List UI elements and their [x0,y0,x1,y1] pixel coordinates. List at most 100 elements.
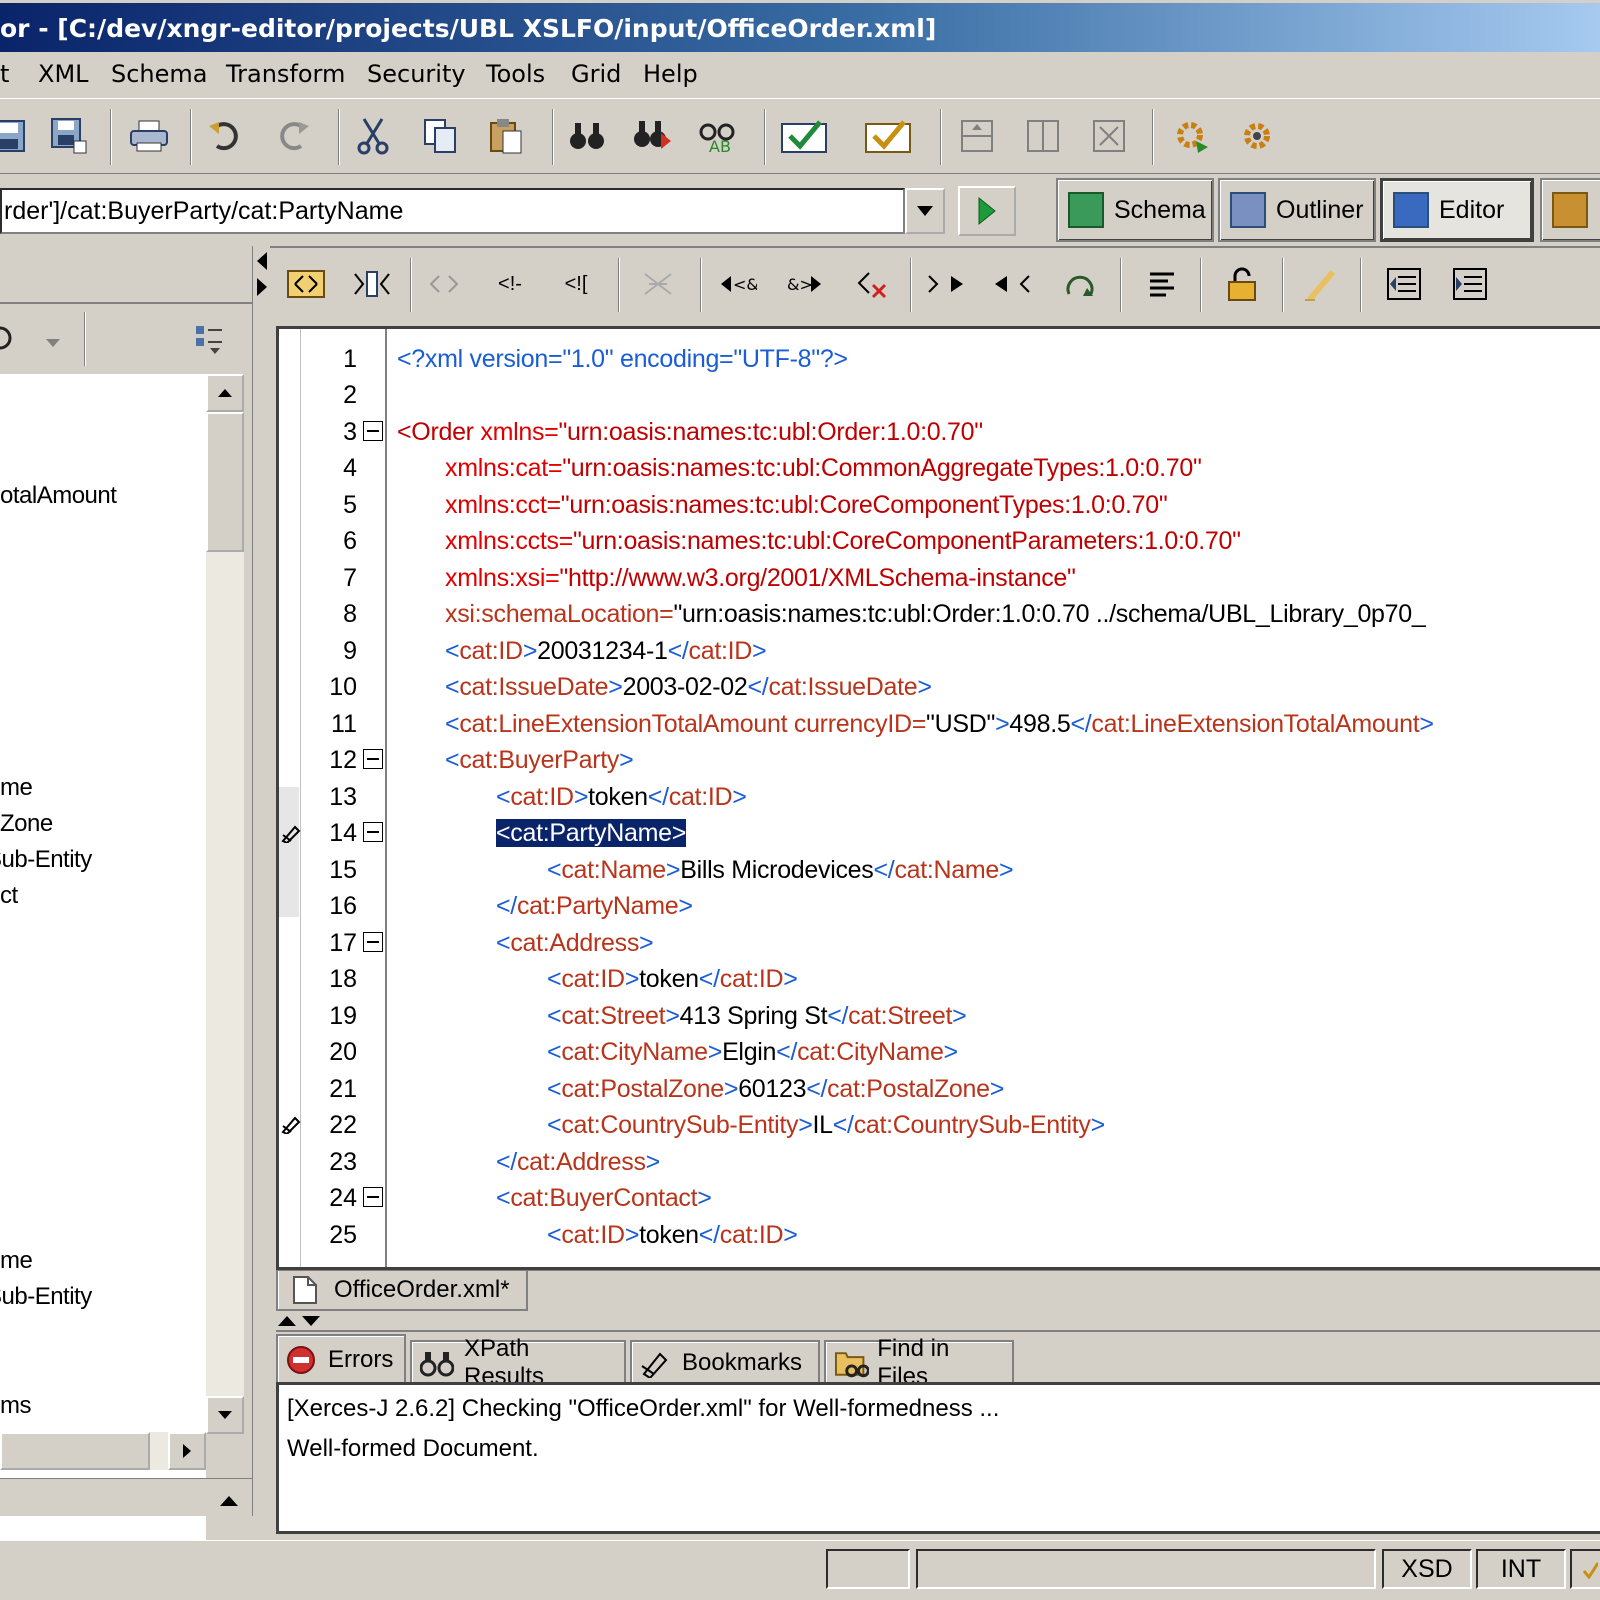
fold-toggle[interactable] [363,749,383,769]
xpath-input[interactable]: rder']/cat:BuyerParty/cat:PartyName [0,188,905,234]
outliner-view-button[interactable]: Outliner [1218,178,1376,242]
scroll-down-button[interactable] [206,1396,244,1434]
menu-grid[interactable]: Grid [571,60,621,88]
redo-icon[interactable] [266,109,320,163]
tree-node[interactable]: me [0,774,33,802]
line-number: 8 [343,600,357,628]
fold-toggle[interactable] [363,932,383,952]
line-number: 9 [343,637,357,665]
find-icon[interactable] [560,109,614,163]
code-line-25: <cat:ID>token</cat:ID> [547,1221,798,1249]
tree-node[interactable]: Zone [0,810,53,838]
bookmark-icon [641,1352,668,1378]
bookmark-icon[interactable] [281,1114,301,1134]
tree-node[interactable]: me [0,1247,33,1275]
format-icon[interactable] [1138,260,1186,308]
menu-tools[interactable]: Tools [486,60,545,88]
save-all-icon[interactable] [0,109,36,163]
split-vertical-icon[interactable] [1016,109,1070,163]
split-horizontal-icon[interactable] [950,109,1004,163]
insert-entity-icon[interactable] [634,260,682,308]
menu-security[interactable]: Security [367,60,466,88]
tree-node[interactable]: Sub-Entity [0,1283,92,1311]
scroll-right-button[interactable] [168,1432,206,1470]
fold-toggle[interactable] [363,822,383,842]
cut-icon[interactable] [346,109,400,163]
tree-node[interactable]: ms [0,1392,32,1420]
expand-icon[interactable] [988,260,1036,308]
line-number: 24 [329,1184,357,1212]
tree-vertical-scrollbar[interactable] [206,374,244,1434]
copy-icon[interactable] [414,109,468,163]
execute-scenario-icon[interactable] [1164,109,1218,163]
schema-view-button[interactable]: Schema [1056,178,1214,242]
tag-right-icon[interactable]: &> [780,260,828,308]
collapse-up-icon[interactable] [220,1493,238,1511]
print-icon[interactable] [122,109,176,163]
code-area[interactable]: <?xml version="1.0" encoding="UTF-8"?> <… [397,329,1597,1267]
collapse-icon[interactable] [922,260,970,308]
insert-cdata-icon[interactable]: <![ [552,260,600,308]
collapse-arrows-icon[interactable] [278,1314,322,1328]
menu-xml[interactable]: XML [38,60,89,88]
check-wellformed-icon[interactable] [862,109,916,163]
select-element-icon[interactable] [282,260,330,308]
tree-node[interactable]: otalAmount [0,482,117,510]
selected-element[interactable]: <cat:PartyName> [496,819,686,847]
lock-icon[interactable] [1218,260,1266,308]
editor-view-button[interactable]: Editor [1380,178,1534,242]
insert-comment-icon[interactable]: <!- [486,260,534,308]
save-as-icon[interactable] [42,109,96,163]
validate-icon[interactable] [778,109,832,163]
unsplit-icon[interactable] [1082,109,1136,163]
fold-toggle[interactable] [363,1187,383,1207]
tree-node[interactable]: ct [0,882,18,910]
status-cell [916,1549,1376,1589]
insert-tag-icon[interactable] [420,260,468,308]
expand-all-icon[interactable] [196,324,226,359]
tree-node[interactable]: Sub-Entity [0,846,92,874]
line-number: 1 [343,345,357,373]
splitter[interactable] [252,246,270,1516]
more-view-button[interactable] [1540,178,1600,242]
undo-icon[interactable] [198,109,252,163]
xpath-execute-button[interactable] [958,186,1016,236]
bookmark-icon[interactable] [281,823,301,843]
outline-bottom-bar [0,1478,252,1516]
scroll-up-button[interactable] [206,374,244,412]
paste-icon[interactable] [480,109,534,163]
collapse-arrows-icon[interactable] [255,252,267,296]
highlight-icon[interactable] [1296,260,1344,308]
bottom-splitter[interactable] [270,1312,1600,1330]
find-node-icon[interactable] [0,322,18,359]
menu-schema[interactable]: Schema [111,60,208,88]
xpath-dropdown-button[interactable] [905,188,945,234]
line-number: 20 [329,1038,357,1066]
xml-editor[interactable]: 1 2 3 4 5 6 7 8 9 10 11 12 13 14 15 16 1… [276,326,1600,1270]
tab-errors[interactable]: Errors [276,1334,406,1384]
scroll-thumb[interactable] [206,412,244,552]
select-content-icon[interactable] [348,260,396,308]
menu-help[interactable]: Help [643,60,698,88]
remove-tag-icon[interactable] [848,260,896,308]
wrap-icon[interactable] [1056,260,1104,308]
indent-icon[interactable] [1446,260,1494,308]
replace-icon[interactable]: AB [690,109,744,163]
dropdown-arrow-icon[interactable] [46,334,60,352]
outdent-icon[interactable] [1380,260,1428,308]
find-next-icon[interactable] [626,109,680,163]
hscroll-thumb[interactable] [0,1432,150,1470]
tag-left-icon[interactable]: <& [714,260,762,308]
menu-edit[interactable]: t [0,60,9,88]
tab-find-in-files[interactable]: Find in Files [824,1335,1014,1390]
document-tabs: OfficeOrder.xml* [276,1270,1600,1312]
tab-label: OfficeOrder.xml* [334,1276,510,1303]
code-line-23: </cat:Address> [496,1148,660,1176]
tree-horizontal-scrollbar[interactable] [0,1432,206,1470]
tab-bookmarks[interactable]: Bookmarks [630,1340,820,1384]
tab-officeorder[interactable]: OfficeOrder.xml* [276,1271,528,1311]
tab-xpath-results[interactable]: XPath Results [410,1335,626,1390]
menu-transform[interactable]: Transform [226,60,345,88]
fold-toggle[interactable] [363,421,383,441]
scenario-settings-icon[interactable] [1230,109,1284,163]
